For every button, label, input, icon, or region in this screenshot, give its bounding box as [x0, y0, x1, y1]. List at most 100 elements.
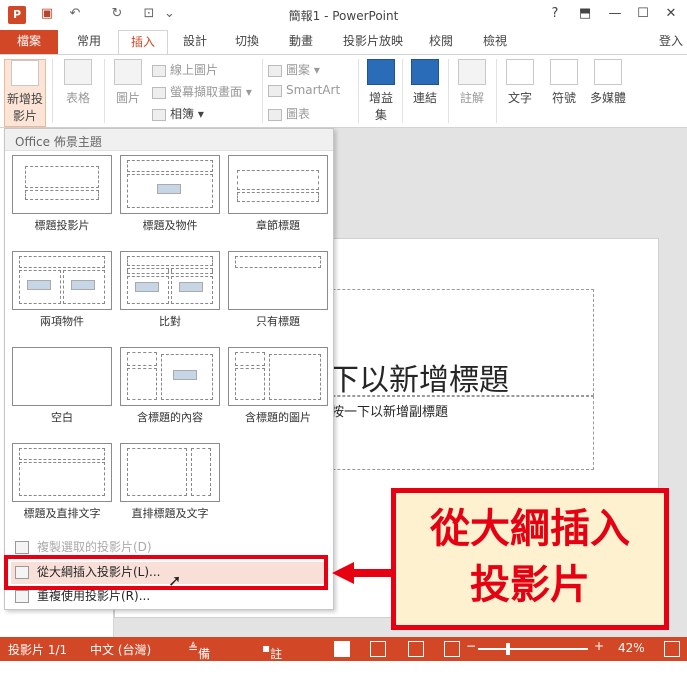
tab-review[interactable]: 校閱	[420, 30, 462, 54]
tab-slideshow[interactable]: 投影片放映	[338, 30, 408, 54]
normal-view-icon[interactable]	[334, 641, 350, 657]
notes-button[interactable]: ≜ 備忘稿	[188, 641, 210, 695]
chart-label: 圖表	[286, 107, 311, 121]
theme-header: Office 佈景主題	[5, 129, 333, 151]
table-icon	[64, 59, 92, 85]
comments-button[interactable]: ▪ 註解	[262, 641, 282, 678]
sign-in-link[interactable]: 登入	[659, 32, 683, 49]
online-pictures-button[interactable]: 線上圖片	[152, 61, 218, 78]
store-icon	[367, 59, 395, 85]
zoom-slider[interactable]	[478, 648, 588, 650]
layout-picture-caption[interactable]: 含標題的圖片	[228, 347, 328, 425]
layout-label: 標題及直排文字	[23, 507, 101, 520]
apps-label-2: 集	[374, 108, 387, 122]
callout-box: 從大綱插入 投影片	[391, 488, 669, 630]
layout-title-vertical-text[interactable]: 標題及直排文字	[12, 443, 112, 521]
zoom-out-icon[interactable]: −	[466, 639, 476, 653]
layout-content-caption[interactable]: 含標題的內容	[120, 347, 220, 425]
links-label: 連結	[412, 91, 437, 105]
text-icon	[506, 59, 534, 85]
media-button[interactable]: 多媒體	[588, 59, 628, 106]
layout-label: 只有標題	[256, 315, 300, 328]
ribbon-display-options-button[interactable]: ⬒	[574, 4, 596, 24]
tab-insert[interactable]: 插入	[118, 30, 168, 55]
status-bar: 投影片 1/1 中文 (台灣) ≜ 備忘稿 ▪ 註解 − + 42%	[0, 637, 687, 695]
comment-button[interactable]: 註解	[454, 59, 490, 106]
close-button[interactable]: ✕	[660, 4, 682, 24]
online-pictures-label: 線上圖片	[170, 63, 219, 77]
layout-title-only[interactable]: 只有標題	[228, 251, 328, 329]
layout-comparison[interactable]: 比對	[120, 251, 220, 329]
chart-icon	[268, 108, 282, 121]
layout-title-content[interactable]: 標題及物件	[120, 155, 220, 233]
new-slide-label-2: 影片	[12, 109, 37, 123]
callout-line-2: 投影片	[470, 561, 590, 608]
language-indicator[interactable]: 中文 (台灣)	[90, 641, 151, 658]
tab-transitions[interactable]: 切換	[226, 30, 268, 54]
screenshot-button[interactable]: 螢幕擷取畫面 ▾	[152, 83, 252, 100]
zoom-slider-thumb[interactable]	[506, 643, 510, 655]
layout-label: 含標題的內容	[137, 411, 203, 424]
smartart-button[interactable]: SmartArt	[268, 83, 340, 97]
shapes-button[interactable]: 圖案 ▾	[268, 61, 320, 78]
apps-label-1: 增益	[368, 91, 393, 105]
ribbon-tabs: 檔案 常用 插入 設計 切換 動畫 投影片放映 校閱 檢視 登入	[0, 30, 687, 55]
layout-two-content[interactable]: 兩項物件	[12, 251, 112, 329]
links-button[interactable]: 連結	[408, 59, 442, 106]
new-slide-icon	[11, 60, 39, 86]
text-button[interactable]: 文字	[502, 59, 538, 106]
omega-icon	[550, 59, 578, 85]
link-icon	[411, 59, 439, 85]
comment-label: 註解	[459, 91, 484, 105]
zoom-level[interactable]: 42%	[618, 641, 645, 655]
slideshow-icon[interactable]	[444, 641, 460, 657]
photo-album-button[interactable]: 相簿 ▾	[152, 105, 204, 122]
symbols-label: 符號	[551, 91, 576, 105]
duplicate-icon	[15, 541, 29, 554]
tab-design[interactable]: 設計	[174, 30, 216, 54]
layout-label: 含標題的圖片	[245, 411, 311, 424]
layout-label: 章節標題	[256, 219, 300, 232]
new-slide-button[interactable]: 新增投 影片	[4, 59, 46, 127]
tab-file[interactable]: 檔案	[0, 30, 58, 54]
table-label: 表格	[65, 91, 90, 105]
comments-label: 註解	[270, 647, 283, 678]
maximize-button[interactable]: ☐	[632, 4, 654, 24]
pictures-button[interactable]: 圖片	[110, 59, 146, 106]
apps-button[interactable]: 增益 集	[364, 59, 398, 123]
layout-label: 標題投影片	[34, 219, 90, 232]
layout-title-slide[interactable]: 標題投影片	[12, 155, 112, 233]
shapes-label: 圖案	[286, 63, 311, 77]
tab-animations[interactable]: 動畫	[280, 30, 322, 54]
title-bar: P ▣ ↶ ↻ ⊡ ⌄ 簡報1 - PowerPoint ? ⬒ — ☐ ✕	[0, 0, 687, 30]
layout-vertical-title-text[interactable]: 直排標題及文字	[120, 443, 220, 521]
zoom-in-icon[interactable]: +	[594, 639, 604, 653]
slide-sorter-icon[interactable]	[370, 641, 386, 657]
layout-label: 比對	[159, 315, 181, 328]
media-label: 多媒體	[589, 91, 626, 105]
tab-view[interactable]: 檢視	[474, 30, 516, 54]
layout-label: 兩項物件	[40, 315, 84, 328]
reading-view-icon[interactable]	[408, 641, 424, 657]
highlight-box	[4, 555, 328, 590]
shapes-icon	[268, 64, 282, 77]
table-button[interactable]: 表格	[58, 59, 98, 106]
slide-counter: 投影片 1/1	[8, 643, 68, 657]
layout-label: 標題及物件	[142, 219, 198, 232]
minimize-button[interactable]: —	[604, 4, 626, 24]
title-placeholder-text: 下以新增標題	[329, 363, 509, 398]
layout-section-header[interactable]: 章節標題	[228, 155, 328, 233]
screenshot-label: 螢幕擷取畫面	[170, 85, 243, 99]
pictures-label: 圖片	[115, 91, 140, 105]
comment-icon	[458, 59, 486, 85]
chart-button[interactable]: 圖表	[268, 105, 310, 122]
screenshot-icon	[152, 86, 166, 99]
symbols-button[interactable]: 符號	[546, 59, 582, 106]
photo-album-label: 相簿	[170, 107, 195, 121]
online-picture-icon	[152, 64, 166, 77]
fit-to-window-icon[interactable]	[664, 641, 680, 657]
smartart-icon	[268, 84, 282, 97]
tab-home[interactable]: 常用	[66, 30, 112, 54]
help-button[interactable]: ?	[544, 4, 566, 24]
layout-blank[interactable]: 空白	[12, 347, 112, 425]
